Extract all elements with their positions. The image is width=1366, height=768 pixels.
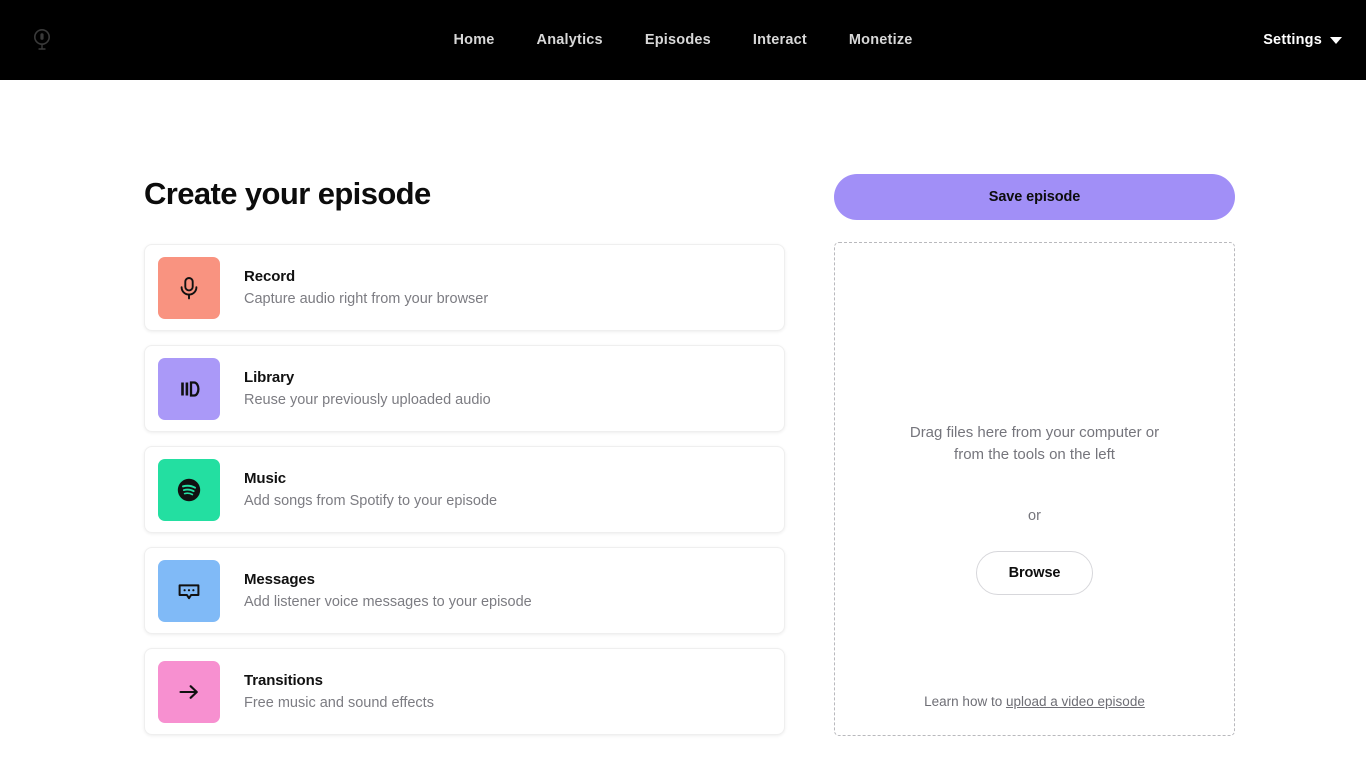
tool-card-record[interactable]: Record Capture audio right from your bro… — [144, 244, 785, 331]
page-body: Create your episode Record Capture audio… — [0, 80, 1366, 768]
tool-text: Record Capture audio right from your bro… — [244, 267, 488, 309]
transitions-tile — [158, 660, 220, 723]
dropzone-line-1: Drag files here from your computer or — [909, 424, 1160, 441]
speech-bubble-icon — [178, 583, 200, 599]
tool-text: Messages Add listener voice messages to … — [244, 570, 532, 612]
learn-how-text: Learn how to — [924, 694, 1006, 709]
save-episode-button[interactable]: Save episode — [834, 174, 1235, 220]
messages-tile — [158, 559, 220, 622]
upload-video-episode-link[interactable]: upload a video episode — [1006, 694, 1145, 709]
tool-subtitle: Capture audio right from your browser — [244, 290, 489, 307]
tool-title: Library — [244, 368, 295, 386]
nav-link-episodes[interactable]: Episodes — [624, 32, 732, 48]
dropzone-content: Drag files here from your computer or fr… — [835, 422, 1234, 595]
browse-button[interactable]: Browse — [976, 551, 1093, 595]
dropzone-or-separator: or — [1028, 508, 1041, 524]
top-navigation-bar: Home Analytics Episodes Interact Monetiz… — [0, 0, 1366, 80]
settings-menu-button[interactable]: Settings — [1263, 32, 1342, 48]
dropzone-line-2: from the tools on the left — [954, 446, 1115, 463]
tool-text: Music Add songs from Spotify to your epi… — [244, 469, 497, 511]
microphone-icon — [180, 276, 198, 299]
spotify-icon — [177, 478, 201, 501]
tool-card-messages[interactable]: Messages Add listener voice messages to … — [144, 547, 785, 634]
page-title: Create your episode — [144, 176, 431, 211]
record-tile — [158, 256, 220, 319]
nav-link-home[interactable]: Home — [432, 32, 515, 48]
tool-text: Library Reuse your previously uploaded a… — [244, 368, 491, 410]
create-tools-list: Record Capture audio right from your bro… — [144, 244, 785, 749]
tool-text: Transitions Free music and sound effects — [244, 671, 434, 713]
nav-link-monetize[interactable]: Monetize — [828, 32, 934, 48]
tool-title: Music — [244, 469, 287, 487]
tool-subtitle: Add listener voice messages to your epis… — [244, 593, 532, 610]
arrow-right-icon — [179, 684, 198, 699]
tool-title: Transitions — [244, 671, 323, 689]
tool-card-transitions[interactable]: Transitions Free music and sound effects — [144, 648, 785, 735]
tool-title: Record — [244, 267, 296, 285]
main-nav-links: Home Analytics Episodes Interact Monetiz… — [432, 32, 933, 48]
settings-label: Settings — [1263, 32, 1322, 48]
tool-title: Messages — [244, 570, 315, 588]
dropzone-footer: Learn how to upload a video episode — [835, 694, 1234, 709]
tool-card-music[interactable]: Music Add songs from Spotify to your epi… — [144, 446, 785, 533]
anchor-podcast-mic-logo-icon[interactable] — [28, 26, 56, 54]
nav-link-analytics[interactable]: Analytics — [516, 32, 624, 48]
library-books-icon — [181, 380, 200, 397]
music-tile — [158, 458, 220, 521]
tool-subtitle: Free music and sound effects — [244, 694, 434, 711]
file-dropzone[interactable]: Drag files here from your computer or fr… — [834, 242, 1235, 736]
library-tile — [158, 357, 220, 420]
tool-subtitle: Reuse your previously uploaded audio — [244, 391, 491, 408]
dropzone-instruction: Drag files here from your computer or fr… — [835, 422, 1234, 466]
tool-subtitle: Add songs from Spotify to your episode — [244, 492, 498, 509]
nav-link-interact[interactable]: Interact — [732, 32, 828, 48]
chevron-down-icon — [1330, 36, 1342, 44]
tool-card-library[interactable]: Library Reuse your previously uploaded a… — [144, 345, 785, 432]
